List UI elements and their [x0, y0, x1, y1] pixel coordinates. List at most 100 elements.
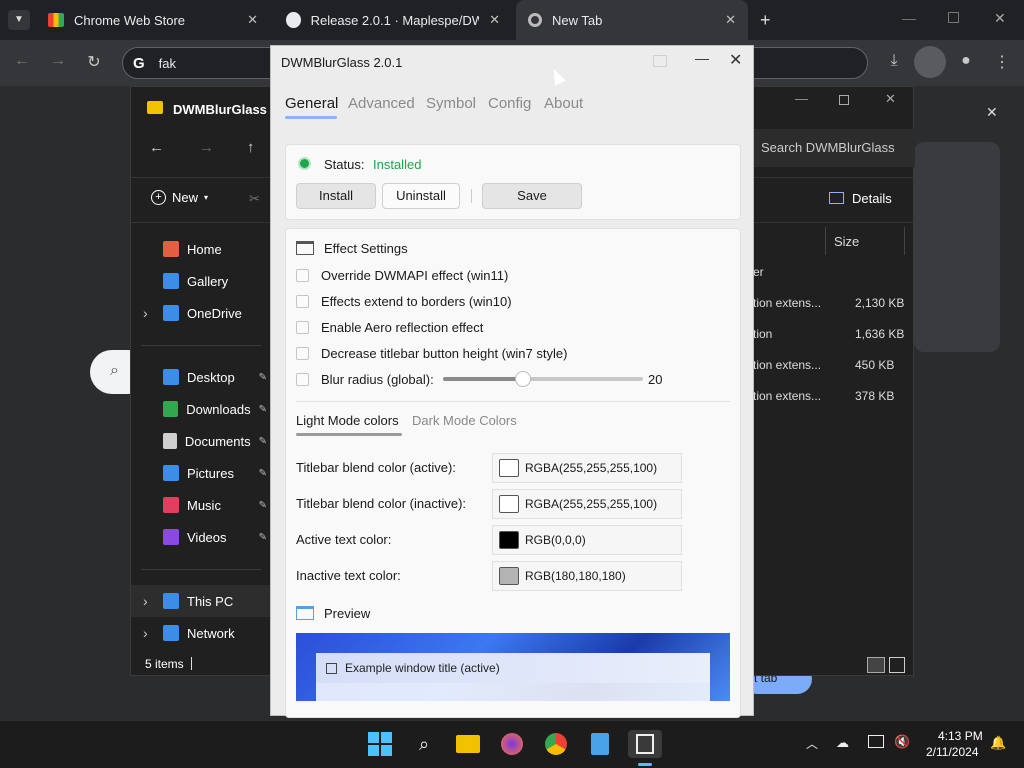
forward-arrow-icon[interactable]: → [46, 52, 70, 70]
notepad-icon[interactable] [586, 730, 614, 758]
nav-item-home[interactable]: Home [131, 233, 271, 265]
windows-start-icon[interactable] [366, 730, 394, 758]
nav-item-onedrive[interactable]: › OneDrive [131, 297, 271, 329]
back-arrow-icon[interactable]: ← [149, 139, 164, 156]
color-picker-button[interactable]: RGBA(255,255,255,100) [492, 453, 682, 483]
option-checkbox[interactable] [296, 321, 309, 334]
option-checkbox[interactable] [296, 347, 309, 360]
list-view-icon[interactable] [867, 657, 885, 673]
tiles-view-icon[interactable] [889, 657, 905, 673]
tab-new-tab[interactable]: New Tab ✕ [516, 0, 748, 40]
dwmblurglass-taskbar-icon[interactable] [628, 730, 662, 758]
tab-advanced[interactable]: Advanced [348, 95, 415, 112]
minimize-icon[interactable]: — [902, 10, 916, 26]
tab-about[interactable]: About [544, 95, 583, 112]
details-button[interactable]: Details [829, 191, 892, 206]
option-checkbox[interactable] [296, 269, 309, 282]
status-panel: Status: Installed Install Uninstall Save [285, 144, 741, 220]
side-panel-icon[interactable] [914, 46, 946, 78]
nav-item-pictures[interactable]: Pictures ✎ [131, 457, 271, 489]
tab-search-button[interactable]: ▼ [8, 10, 30, 30]
new-tab-plus-icon[interactable]: + [760, 10, 771, 31]
nav-item-this-pc[interactable]: › This PC [131, 585, 271, 617]
tab-light-mode[interactable]: Light Mode colors [296, 413, 399, 428]
restore-icon[interactable] [948, 12, 959, 23]
cut-icon[interactable]: ✂ [249, 191, 260, 207]
plus-circle-icon: + [151, 190, 166, 205]
new-button[interactable]: + New ▾ [151, 190, 208, 205]
firefox-icon[interactable] [498, 730, 526, 758]
color-value: RGBA(255,255,255,100) [525, 461, 658, 475]
nav-item-network[interactable]: › Network [131, 617, 271, 649]
nav-label: This PC [187, 593, 234, 609]
tab-label: Release 2.0.1 · Maplespe/DWM [310, 12, 480, 28]
up-arrow-icon[interactable]: ↑ [247, 139, 255, 156]
dialog-minimize-icon[interactable]: — [695, 50, 709, 66]
tab-release[interactable]: Release 2.0.1 · Maplespe/DWM ✕ [274, 0, 512, 40]
chevron-right-icon[interactable]: › [143, 625, 148, 641]
tab-config[interactable]: Config [488, 95, 531, 112]
notification-bell-icon[interactable]: 🔔 [990, 735, 1006, 751]
nav-item-desktop[interactable]: Desktop ✎ [131, 361, 271, 393]
menu-kebab-icon[interactable]: ⋮ [990, 52, 1014, 72]
dialog-close-icon[interactable]: ✕ [729, 50, 742, 70]
explorer-maximize-icon[interactable] [839, 95, 849, 105]
nav-item-gallery[interactable]: Gallery [131, 265, 271, 297]
back-arrow-icon[interactable]: ← [10, 52, 34, 70]
profile-icon[interactable]: ● [954, 52, 978, 70]
nav-label: Desktop [187, 369, 235, 385]
close-tab-icon[interactable]: ✕ [489, 12, 500, 28]
status-value: Installed [373, 157, 422, 172]
file-explorer-taskbar-icon[interactable] [454, 730, 482, 758]
clock-time[interactable]: 4:13 PM [938, 729, 983, 743]
chevron-right-icon[interactable]: › [143, 593, 148, 609]
up-caret-icon[interactable]: ︿ [806, 735, 818, 752]
ntp-panel [914, 142, 1000, 352]
pin-icon: ✎ [258, 435, 267, 447]
color-picker-button[interactable]: RGB(0,0,0) [492, 525, 682, 555]
preview-label: Preview [324, 606, 371, 621]
ntp-close-icon[interactable]: ✕ [986, 104, 998, 121]
save-button[interactable]: Save [482, 183, 582, 209]
install-button[interactable]: Install [296, 183, 376, 209]
explorer-close-icon[interactable]: ✕ [885, 91, 896, 107]
download-icon[interactable]: ⤓ [882, 52, 906, 70]
option-checkbox[interactable] [296, 295, 309, 308]
tab-dark-mode[interactable]: Dark Mode Colors [412, 413, 517, 428]
omnibox-text[interactable]: fak [159, 56, 176, 71]
close-window-icon[interactable]: ✕ [994, 10, 1006, 27]
tab-symbol[interactable]: Symbol [426, 95, 476, 112]
volume-muted-icon[interactable]: 🔇 [894, 734, 910, 750]
search-icon[interactable]: ⌕ [410, 730, 438, 758]
chevron-right-icon[interactable]: › [143, 305, 148, 321]
nav-item-documents[interactable]: Documents ✎ [131, 425, 271, 457]
close-tab-icon[interactable]: ✕ [247, 12, 258, 28]
github-icon [286, 12, 301, 28]
tab-chrome-web-store[interactable]: Chrome Web Store ✕ [36, 0, 270, 40]
explorer-search-box[interactable]: Search DWMBlurGlass [751, 129, 915, 167]
chrome-taskbar-icon[interactable] [542, 730, 570, 758]
reload-icon[interactable]: ↻ [82, 52, 106, 72]
nav-item-music[interactable]: Music ✎ [131, 489, 271, 521]
nav-icon [163, 241, 179, 257]
color-picker-button[interactable]: RGBA(255,255,255,100) [492, 489, 682, 519]
option-label: Enable Aero reflection effect [321, 320, 484, 335]
cloud-off-icon[interactable]: ☁ [836, 735, 849, 751]
blur-checkbox[interactable] [296, 373, 309, 386]
blur-slider[interactable] [443, 371, 643, 387]
nav-icon [163, 465, 179, 481]
nav-divider [141, 569, 261, 570]
size-column-header[interactable]: Size [825, 227, 905, 255]
close-tab-icon[interactable]: ✕ [725, 12, 736, 28]
status-caret [191, 657, 192, 670]
uninstall-button[interactable]: Uninstall [382, 183, 460, 209]
nav-item-downloads[interactable]: Downloads ✎ [131, 393, 271, 425]
forward-arrow-icon[interactable]: → [199, 139, 214, 156]
nav-item-videos[interactable]: Videos ✎ [131, 521, 271, 553]
explorer-minimize-icon[interactable]: — [795, 91, 808, 106]
network-icon[interactable] [868, 735, 884, 748]
blur-slider-thumb[interactable] [515, 371, 531, 387]
clock-date[interactable]: 2/11/2024 [926, 745, 979, 759]
tab-general[interactable]: General [285, 95, 338, 112]
color-picker-button[interactable]: RGB(180,180,180) [492, 561, 682, 591]
